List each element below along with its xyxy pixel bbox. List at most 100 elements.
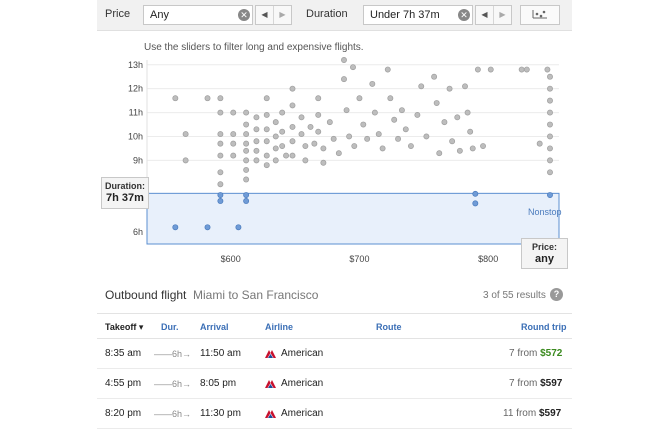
flight-point[interactable] <box>243 166 250 173</box>
flight-point[interactable] <box>431 73 438 80</box>
clear-duration-icon[interactable]: ✕ <box>458 9 470 21</box>
sort-arrival[interactable]: Arrival <box>200 322 229 332</box>
flight-point[interactable] <box>456 147 463 154</box>
flight-point[interactable] <box>436 150 443 157</box>
flight-point[interactable] <box>253 126 260 133</box>
flight-point[interactable] <box>217 109 224 116</box>
duration-prev-icon[interactable]: ◀ <box>476 6 493 24</box>
flight-point[interactable] <box>446 85 453 92</box>
help-icon[interactable]: ? <box>550 288 563 301</box>
price-prev-icon[interactable]: ◀ <box>256 6 273 24</box>
flight-point[interactable] <box>441 119 448 126</box>
flight-point[interactable] <box>289 102 296 109</box>
flight-point[interactable] <box>302 143 309 149</box>
flight-point[interactable] <box>283 152 289 159</box>
flight-point[interactable] <box>272 119 279 126</box>
flight-point[interactable] <box>335 150 342 157</box>
flight-row[interactable]: 8:20 pm ——6h→ 11:30 pm American 11 from … <box>97 400 572 429</box>
flight-point[interactable] <box>172 224 179 231</box>
flight-point[interactable] <box>243 131 250 138</box>
flight-point[interactable] <box>253 147 260 154</box>
flight-point[interactable] <box>272 157 279 164</box>
chart-toggle-button[interactable] <box>520 5 560 25</box>
flight-point[interactable] <box>523 66 530 73</box>
flight-point[interactable] <box>217 95 224 102</box>
flight-point[interactable] <box>263 162 270 169</box>
round-trip-price[interactable]: 11 from $597 <box>503 408 561 419</box>
flight-point[interactable] <box>474 66 481 73</box>
flight-point[interactable] <box>547 169 553 176</box>
flight-point[interactable] <box>204 95 211 102</box>
duration-next-icon[interactable]: ▶ <box>493 6 511 24</box>
flight-point[interactable] <box>315 128 322 135</box>
flight-point[interactable] <box>350 64 356 71</box>
flight-point[interactable] <box>414 112 421 118</box>
flight-point[interactable] <box>302 157 309 164</box>
flight-point[interactable] <box>469 145 476 152</box>
flight-row[interactable]: 8:35 am ——6h→ 11:50 am American 7 from $… <box>97 340 572 369</box>
flight-point[interactable] <box>279 109 286 116</box>
flight-point[interactable] <box>182 157 189 164</box>
flight-point[interactable] <box>544 66 551 73</box>
flight-point[interactable] <box>547 109 553 116</box>
flight-point[interactable] <box>315 95 322 102</box>
flight-point[interactable] <box>341 76 347 83</box>
flight-point[interactable] <box>263 126 270 133</box>
duration-stepper[interactable]: ◀ ▶ <box>475 5 512 25</box>
flight-point[interactable] <box>217 198 224 204</box>
flight-row[interactable]: 4:55 pm ——6h→ 8:05 pm American 7 from $5… <box>97 370 572 399</box>
price-slider-handle[interactable]: Price: any <box>521 238 568 269</box>
flight-point[interactable] <box>364 135 371 142</box>
price-filter-input[interactable]: Any ✕ <box>143 5 253 25</box>
price-stepper[interactable]: ◀ ▶ <box>255 5 292 25</box>
flight-point[interactable] <box>217 152 224 159</box>
flight-point[interactable] <box>289 85 296 92</box>
flight-point[interactable] <box>263 112 270 118</box>
flight-point[interactable] <box>243 157 250 164</box>
round-trip-price[interactable]: 7 from $597 <box>509 378 562 389</box>
flight-point[interactable] <box>407 143 414 149</box>
flight-point[interactable] <box>547 145 553 152</box>
flight-point[interactable] <box>243 121 250 128</box>
sort-route[interactable]: Route <box>376 322 402 332</box>
flight-point[interactable] <box>243 140 250 147</box>
duration-slider-handle[interactable]: Duration: 7h 37m <box>101 177 149 209</box>
sort-airline[interactable]: Airline <box>265 322 293 332</box>
flight-point[interactable] <box>230 140 237 147</box>
flight-point[interactable] <box>272 133 279 140</box>
flight-point[interactable] <box>343 107 350 114</box>
flight-point[interactable] <box>230 152 237 159</box>
flight-point[interactable] <box>243 176 250 183</box>
flight-point[interactable] <box>480 143 486 149</box>
flight-point[interactable] <box>487 66 494 73</box>
flight-point[interactable] <box>326 119 333 126</box>
flight-point[interactable] <box>351 143 358 149</box>
flight-point[interactable] <box>536 140 543 147</box>
flight-point[interactable] <box>402 126 409 133</box>
flight-point[interactable] <box>253 114 260 121</box>
flight-point[interactable] <box>217 131 224 138</box>
flight-point[interactable] <box>263 138 270 145</box>
flight-point[interactable] <box>243 192 250 198</box>
flight-point[interactable] <box>454 114 461 121</box>
flight-point[interactable] <box>547 192 553 198</box>
flight-point[interactable] <box>315 112 322 118</box>
flight-point[interactable] <box>547 121 553 128</box>
flight-point[interactable] <box>418 83 425 90</box>
sort-duration[interactable]: Dur. <box>161 322 179 332</box>
flight-point[interactable] <box>346 133 353 140</box>
flight-point[interactable] <box>395 135 402 142</box>
flight-point[interactable] <box>449 138 456 145</box>
flight-point[interactable] <box>243 109 250 116</box>
clear-price-icon[interactable]: ✕ <box>238 9 250 21</box>
flight-point[interactable] <box>272 145 279 152</box>
flight-point[interactable] <box>433 100 440 106</box>
duration-filter-input[interactable]: Under 7h 37m ✕ <box>363 5 473 25</box>
flight-point[interactable] <box>387 95 394 102</box>
flight-point[interactable] <box>263 152 270 159</box>
flight-point[interactable] <box>230 109 237 116</box>
flight-point[interactable] <box>341 57 347 63</box>
flight-point[interactable] <box>320 159 327 166</box>
flight-point[interactable] <box>320 145 327 152</box>
flight-point[interactable] <box>462 83 468 90</box>
